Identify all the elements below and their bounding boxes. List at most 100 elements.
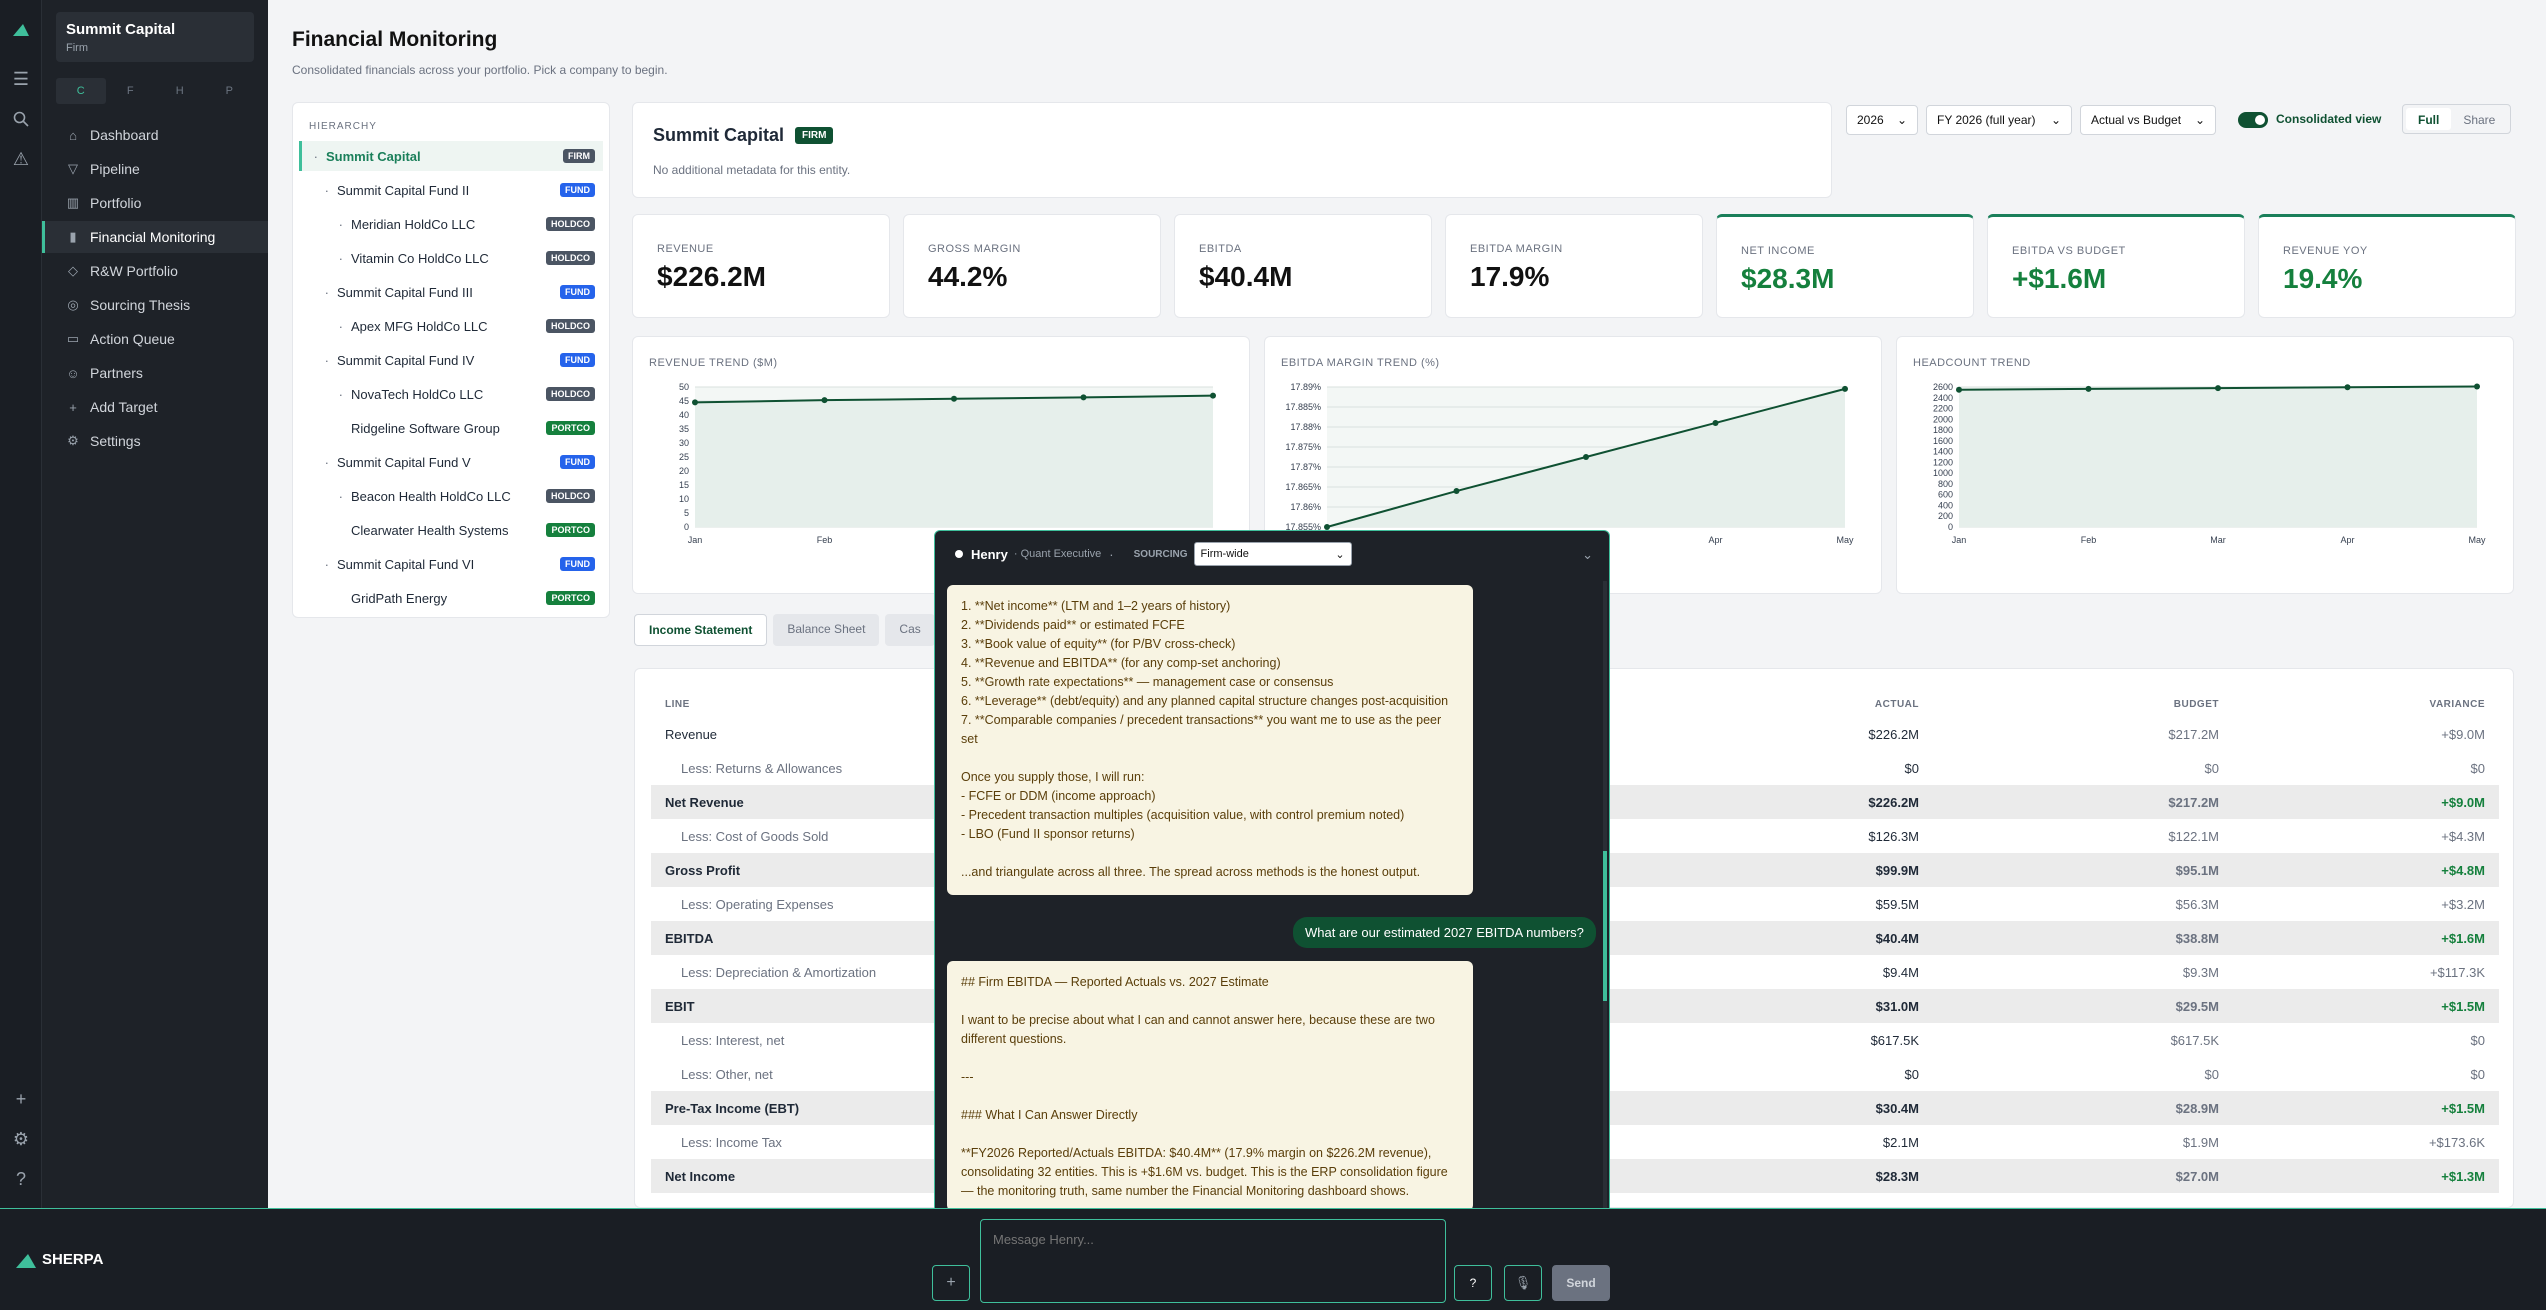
period-select[interactable]: FY 2026 (full year) ⌄ [1926, 105, 2072, 135]
nav-label: Add Target [90, 399, 158, 415]
ws-tab[interactable]: F [106, 78, 156, 104]
cell-variance: +$1.5M [2441, 1100, 2485, 1116]
attach-button[interactable]: + [932, 1265, 970, 1301]
hierarchy-item[interactable]: · Summit Capital FIRM [299, 141, 603, 171]
kpi-card: REVENUE YOY 19.4% [2258, 214, 2516, 318]
headcount-trend-chart: 2600240022002000180016001400120010008006… [1933, 382, 2486, 545]
chat-scrollbar[interactable] [1603, 581, 1607, 1211]
hierarchy-item[interactable]: · Summit Capital Fund V FUND [299, 447, 603, 477]
nav-label: Portfolio [90, 195, 142, 211]
nav-settings[interactable]: ⚙ Settings [42, 425, 268, 457]
ws-tab[interactable]: C [56, 78, 106, 104]
cell-variance: +$117.3K [2429, 964, 2485, 980]
data-point [821, 397, 828, 404]
kpi-card: REVENUE $226.2M [632, 214, 890, 318]
alert-icon[interactable]: ⚠ [10, 148, 32, 170]
ws-tab[interactable]: H [155, 78, 205, 104]
tab-balance-sheet[interactable]: Balance Sheet [773, 614, 880, 646]
hierarchy-item[interactable]: · Summit Capital Fund III FUND [299, 277, 603, 307]
nav-rw-portfolio[interactable]: ◇ R&W Portfolio [42, 255, 268, 287]
nav-financial-monitoring[interactable]: ▮ Financial Monitoring [42, 221, 268, 253]
tab-cash-flow[interactable]: Cas [885, 614, 935, 646]
sourcing-select[interactable]: Firm-wide ⌄ [1193, 542, 1352, 566]
y-tick-label: 17.86% [1290, 502, 1321, 512]
entity-type-badge: FUND [560, 183, 595, 197]
data-point [1583, 454, 1589, 460]
kpi-label: EBITDA [1199, 243, 1242, 255]
cell-budget: $28.9M [2175, 1100, 2219, 1116]
hierarchy-item[interactable]: · Meridian HoldCo LLC HOLDCO [299, 209, 603, 239]
chart-title: EBITDA MARGIN TREND (%) [1281, 357, 1440, 369]
gear-icon[interactable]: ⚙ [10, 1128, 32, 1150]
y-tick-label: 25 [679, 452, 689, 462]
hierarchy-label: Vitamin Co HoldCo LLC [351, 250, 489, 266]
view-share-button[interactable]: Share [2451, 108, 2507, 130]
entity-meta: No additional metadata for this entity. [653, 163, 851, 177]
compare-select[interactable]: Actual vs Budget ⌄ [2080, 105, 2216, 135]
nav-action-queue[interactable]: ▭ Action Queue [42, 323, 268, 355]
cell-actual: $226.2M [1868, 726, 1919, 742]
y-tick-label: 17.865% [1285, 482, 1321, 492]
tree-bullet: · [324, 556, 329, 572]
hierarchy-item[interactable]: · Vitamin Co HoldCo LLC HOLDCO [299, 243, 603, 273]
nav-portfolio[interactable]: ▥ Portfolio [42, 187, 268, 219]
page-subtitle: Consolidated financials across your port… [292, 63, 668, 77]
cell-line: Less: Interest, net [681, 1032, 785, 1048]
filter-icon: ▽ [68, 161, 78, 176]
message-input[interactable] [980, 1219, 1446, 1303]
nav-add-target[interactable]: + Add Target [42, 391, 268, 423]
nav-label: Sourcing Thesis [90, 297, 191, 313]
nav-pipeline[interactable]: ▽ Pipeline [42, 153, 268, 185]
kpi-card: EBITDA MARGIN 17.9% [1445, 214, 1703, 318]
workspace-type: Firm [66, 42, 88, 54]
chevron-down-icon: ⌄ [2050, 113, 2061, 127]
hierarchy-item[interactable]: · Apex MFG HoldCo LLC HOLDCO [299, 311, 603, 341]
y-tick-label: 17.89% [1290, 382, 1321, 392]
cell-budget: $56.3M [2175, 896, 2219, 912]
sidebar: Summit Capital Firm C F H P ⌂ Dashboard ▽… [42, 0, 268, 1208]
send-button[interactable]: Send [1552, 1265, 1610, 1301]
nav-sourcing-thesis[interactable]: ◎ Sourcing Thesis [42, 289, 268, 321]
message-line: Once you supply those, I will run: [961, 770, 1145, 784]
tab-income-statement[interactable]: Income Statement [634, 614, 768, 646]
view-full-button[interactable]: Full [2406, 108, 2452, 130]
hierarchy-item[interactable]: GridPath Energy PORTCO [299, 583, 603, 613]
workspace-switcher[interactable]: Summit Capital Firm [56, 12, 254, 62]
hierarchy-item[interactable]: Ridgeline Software Group PORTCO [299, 413, 603, 443]
hierarchy-label: Summit Capital [326, 148, 421, 164]
sherpa-logo-icon[interactable] [10, 18, 32, 40]
collapse-icon[interactable]: ⌄ [1582, 547, 1593, 563]
cell-line: Less: Depreciation & Amortization [681, 964, 877, 980]
message-line: **FY2026 Reported/Actuals EBITDA: $40.4M… [961, 1146, 1448, 1198]
message-line [961, 844, 1459, 863]
ws-tab[interactable]: P [205, 78, 255, 104]
cell-line: EBIT [665, 998, 695, 1014]
hierarchy-item[interactable]: Clearwater Health Systems PORTCO [299, 515, 603, 545]
hierarchy-item[interactable]: · NovaTech HoldCo LLC HOLDCO [299, 379, 603, 409]
y-tick-label: 1400 [1933, 447, 1953, 457]
chat-header: Henry · Quant Executive · SOURCING Firm-… [935, 531, 1611, 577]
x-tick-label: Feb [817, 535, 833, 545]
sourcing-value: Firm-wide [1200, 548, 1249, 560]
search-icon[interactable] [10, 108, 32, 130]
plus-icon[interactable]: + [10, 1088, 32, 1110]
consolidated-toggle[interactable] [2238, 112, 2268, 128]
brand: SHERPA [16, 1251, 103, 1268]
y-tick-label: 400 [1938, 500, 1953, 510]
year-select[interactable]: 2026 ⌄ [1846, 105, 1918, 135]
compare-value: Actual vs Budget [2091, 113, 2182, 127]
y-tick-label: 1600 [1933, 436, 1953, 446]
hierarchy-item[interactable]: · Beacon Health HoldCo LLC HOLDCO [299, 481, 603, 511]
hierarchy-item[interactable]: · Summit Capital Fund IV FUND [299, 345, 603, 375]
nav-dashboard[interactable]: ⌂ Dashboard [42, 119, 268, 151]
cell-line: Net Income [665, 1168, 736, 1184]
hierarchy-item[interactable]: · Summit Capital Fund II FUND [299, 175, 603, 205]
microphone-icon[interactable]: 🎙 [1504, 1265, 1542, 1301]
cell-variance: +$1.3M [2441, 1168, 2485, 1184]
nav-partners[interactable]: ☺ Partners [42, 357, 268, 389]
help-button[interactable]: ? [1454, 1265, 1492, 1301]
menu-icon[interactable]: ☰ [10, 68, 32, 90]
hierarchy-item[interactable]: · Summit Capital Fund VI FUND [299, 549, 603, 579]
tree-bullet: · [338, 216, 343, 232]
help-icon[interactable]: ? [10, 1168, 32, 1190]
